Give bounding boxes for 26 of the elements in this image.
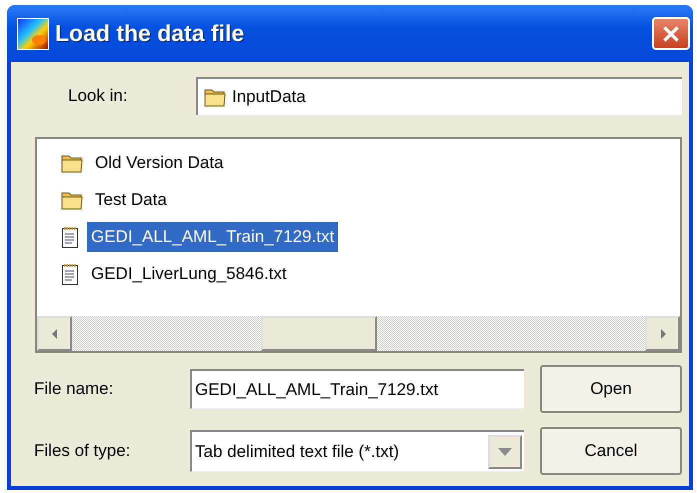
file-list-item[interactable]: GEDI_LiverLung_5846.txt — [87, 258, 291, 288]
scroll-right-button[interactable] — [645, 316, 680, 351]
folder-icon — [61, 190, 83, 210]
scroll-left-button[interactable] — [37, 316, 72, 351]
file-list-item[interactable]: GEDI_ALL_AML_Train_7129.txt — [87, 222, 338, 252]
close-button[interactable] — [652, 17, 690, 50]
file-type-label: Files of type: — [34, 441, 132, 461]
text-file-icon — [61, 262, 79, 284]
scroll-thumb[interactable] — [261, 316, 377, 351]
folder-icon — [204, 87, 226, 107]
caret-left-icon — [50, 328, 58, 338]
folder-icon — [61, 152, 83, 172]
look-in-label: Look in: — [67, 86, 129, 106]
cancel-button[interactable]: Cancel — [540, 427, 682, 475]
file-list-item[interactable]: Test Data — [91, 184, 171, 214]
app-icon — [17, 18, 49, 50]
look-in-dropdown[interactable]: InputData — [196, 77, 682, 115]
window-title: Load the data file — [55, 20, 246, 47]
horizontal-scrollbar[interactable] — [37, 316, 680, 351]
file-name-label: File name: — [34, 379, 114, 399]
file-list-item[interactable]: Old Version Data — [91, 148, 228, 178]
text-file-icon — [61, 226, 79, 248]
file-type-dropdown[interactable]: Tab delimited text file (*.txt) — [190, 430, 524, 472]
caret-right-icon — [658, 328, 666, 338]
open-button[interactable]: Open — [540, 365, 682, 413]
file-name-field[interactable]: GEDI_ALL_AML_Train_7129.txt — [190, 369, 524, 409]
